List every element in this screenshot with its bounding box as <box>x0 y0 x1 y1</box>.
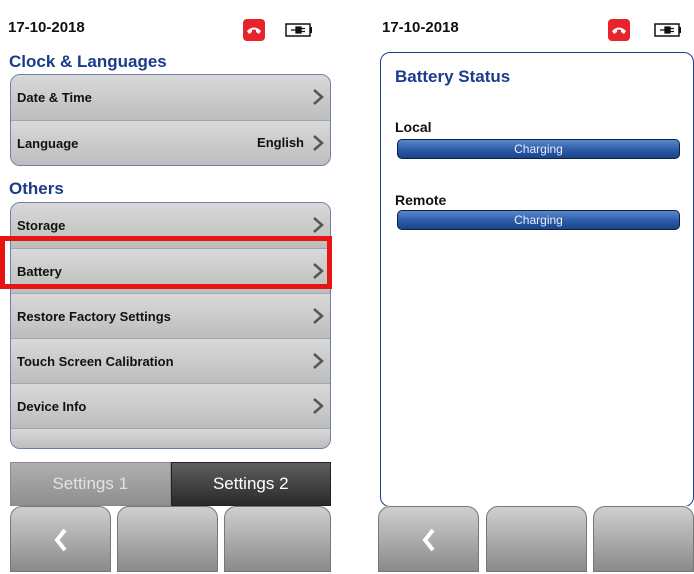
device-info-label: Device Info <box>17 398 87 414</box>
status-bar: 17-10-2018 <box>5 10 331 46</box>
phone-hangup-icon[interactable] <box>608 19 630 41</box>
battery-item[interactable]: Battery <box>11 248 330 293</box>
tab-settings-1[interactable]: Settings 1 <box>10 462 171 506</box>
status-bar: 17-10-2018 <box>374 10 694 46</box>
date-display: 17-10-2018 <box>382 19 459 36</box>
remote-status-bar: Charging <box>397 210 680 230</box>
local-label: Local <box>395 119 432 135</box>
battery-status-screen: 17-10-2018 Battery Status Local Charging… <box>374 10 694 572</box>
softkey-bar <box>374 506 694 572</box>
back-button[interactable] <box>10 506 111 572</box>
date-display: 17-10-2018 <box>8 19 85 36</box>
back-arrow-icon <box>421 528 435 552</box>
softkey-2-button[interactable] <box>486 506 587 572</box>
language-item[interactable]: Language English <box>11 120 330 165</box>
language-label: Language <box>17 135 79 151</box>
restore-factory-label: Restore Factory Settings <box>17 308 171 324</box>
date-time-label: Date & Time <box>17 90 92 105</box>
settings-screen: 17-10-2018 Clock & Languages Date & Time… <box>5 10 331 572</box>
restore-factory-item[interactable]: Restore Factory Settings <box>11 293 330 338</box>
chevron-right-icon <box>313 135 324 151</box>
touch-calibration-label: Touch Screen Calibration <box>17 353 174 369</box>
chevron-right-icon <box>313 308 324 324</box>
battery-status-panel: Battery Status Local Charging Remote Cha… <box>380 52 694 507</box>
chevron-right-icon <box>313 353 324 369</box>
storage-item[interactable]: Storage <box>11 203 330 248</box>
local-status-bar: Charging <box>397 139 680 159</box>
others-group: Storage Battery Restore Factory Settings… <box>10 202 331 449</box>
back-arrow-icon <box>53 528 67 552</box>
touch-calibration-item[interactable]: Touch Screen Calibration <box>11 338 330 383</box>
chevron-right-icon <box>313 89 324 105</box>
language-value: English <box>257 135 304 150</box>
clock-language-group: Date & Time Language English <box>10 74 331 166</box>
section-others: Others <box>9 179 64 198</box>
chevron-right-icon <box>313 263 324 279</box>
remote-label: Remote <box>395 192 447 208</box>
chevron-right-icon <box>313 217 324 233</box>
phone-hangup-icon[interactable] <box>243 19 265 41</box>
softkey-bar <box>5 506 331 572</box>
device-info-item[interactable]: Device Info <box>11 383 330 428</box>
storage-label: Storage <box>17 218 66 233</box>
battery-label: Battery <box>17 263 62 279</box>
battery-plug-icon <box>285 23 312 37</box>
softkey-2-button[interactable] <box>117 506 218 572</box>
softkey-3-button[interactable] <box>593 506 694 572</box>
empty-row <box>11 428 330 448</box>
settings-tabs: Settings 1 Settings 2 <box>10 462 331 506</box>
tab-settings-2[interactable]: Settings 2 <box>170 462 331 506</box>
softkey-3-button[interactable] <box>224 506 331 572</box>
back-button[interactable] <box>378 506 479 572</box>
date-time-item[interactable]: Date & Time <box>11 75 330 120</box>
section-clock-languages: Clock & Languages <box>9 52 167 71</box>
chevron-right-icon <box>313 398 324 414</box>
panel-title: Battery Status <box>395 67 511 86</box>
battery-plug-icon <box>654 23 681 37</box>
